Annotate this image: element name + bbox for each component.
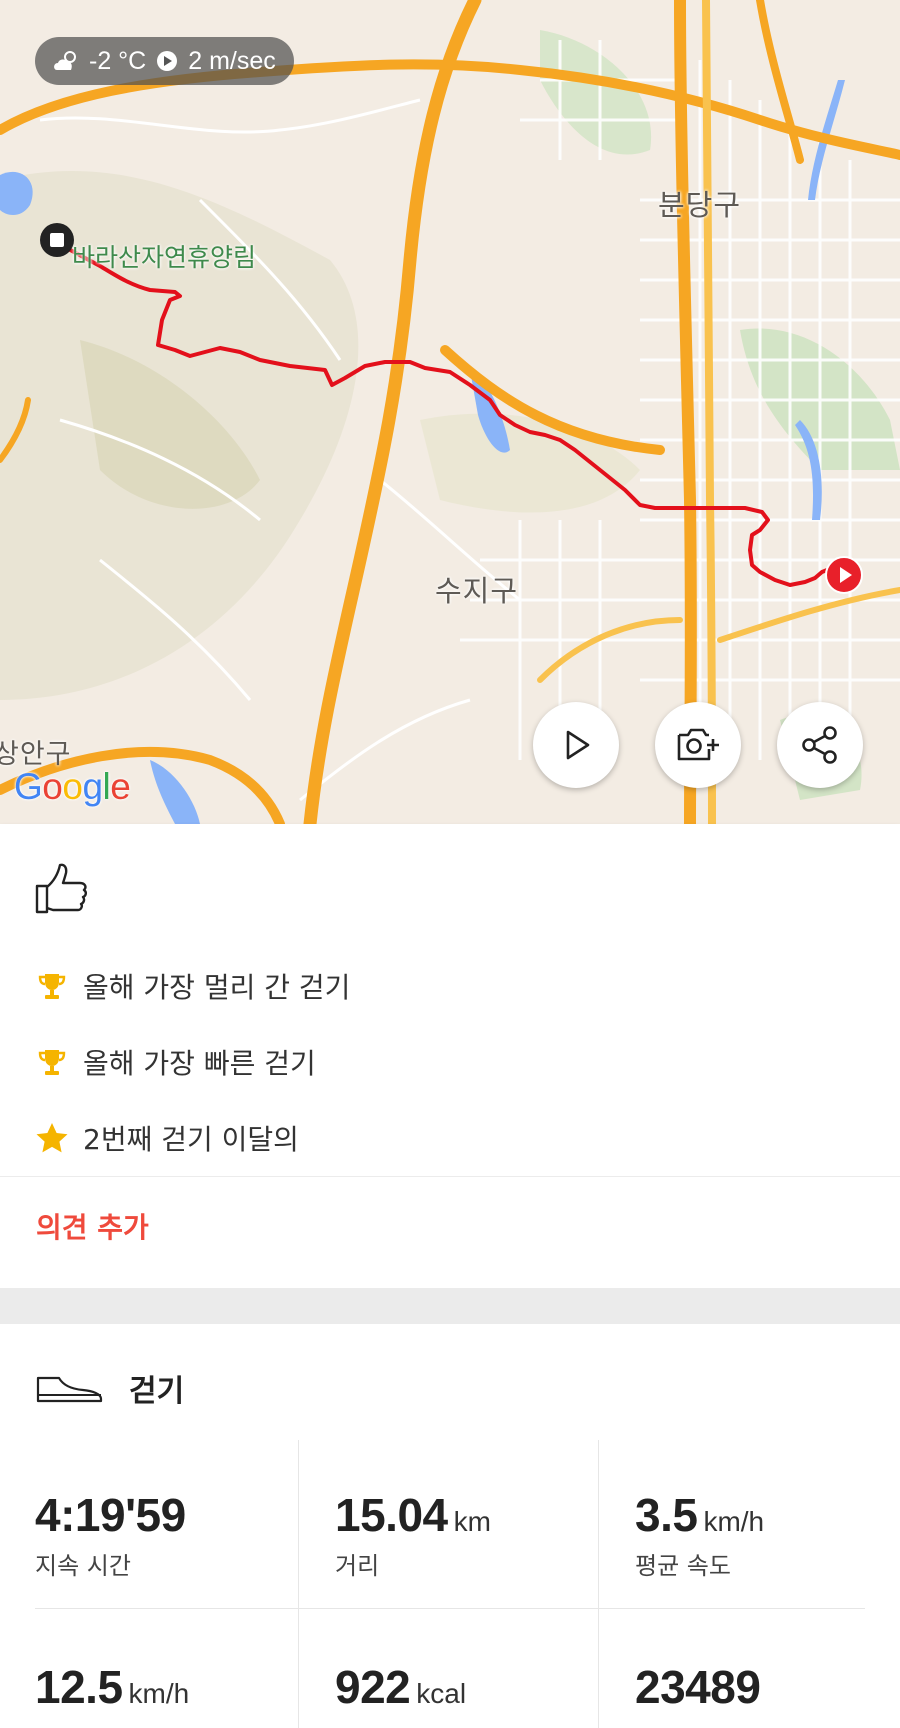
stat-steps: 23489 bbox=[635, 1660, 766, 1714]
stat-value: 4:19'59 bbox=[35, 1489, 186, 1541]
activity-type: 걷기 bbox=[129, 1374, 185, 1409]
wind-direction-icon bbox=[156, 50, 178, 72]
share-icon bbox=[802, 726, 837, 764]
wind-speed-text: 2 m/sec bbox=[188, 46, 276, 75]
stat-value: 12.5 bbox=[35, 1661, 123, 1713]
map-canvas bbox=[0, 0, 900, 824]
thumbs-up-icon bbox=[35, 863, 87, 914]
achievement-item: 올해 가장 멀리 간 걷기 bbox=[35, 966, 350, 1006]
achievement-item: 올해 가장 빠른 걷기 bbox=[35, 1042, 316, 1082]
route-end-marker bbox=[40, 223, 74, 257]
stat-distance: 15.04 km 거리 bbox=[335, 1488, 491, 1581]
achievement-text: 올해 가장 빠른 걷기 bbox=[83, 1047, 316, 1080]
stat-value: 15.04 bbox=[335, 1489, 448, 1541]
activity-header: 걷기 bbox=[35, 1366, 184, 1410]
play-route-button[interactable] bbox=[533, 702, 619, 788]
stat-max-speed: 12.5 km/h bbox=[35, 1660, 189, 1714]
camera-add-icon bbox=[677, 728, 719, 761]
stat-calories: 922 kcal bbox=[335, 1660, 466, 1714]
section-separator bbox=[0, 1288, 900, 1324]
route-map[interactable]: -2 °C 2 m/sec 분당구 수지구 상안구 바라산자연휴양림 Googl… bbox=[0, 0, 900, 824]
district-label-suji: 수지구 bbox=[435, 574, 519, 608]
play-icon bbox=[566, 730, 590, 760]
trophy-icon bbox=[35, 1045, 69, 1079]
card-divider bbox=[0, 1176, 900, 1177]
feedback-card: 올해 가장 멀리 간 걷기 올해 가장 빠른 걷기 2번째 걷기 이달의 의견 … bbox=[0, 824, 900, 1288]
stat-label: 지속 시간 bbox=[35, 1552, 131, 1580]
forest-label: 바라산자연휴양림 bbox=[72, 243, 257, 272]
stat-duration: 4:19'59 지속 시간 bbox=[35, 1488, 192, 1581]
add-photo-button[interactable] bbox=[655, 702, 741, 788]
stat-label: 평균 속도 bbox=[635, 1552, 731, 1580]
shoe-icon bbox=[36, 1376, 103, 1403]
like-button[interactable] bbox=[33, 860, 89, 916]
stat-average-speed: 3.5 km/h 평균 속도 bbox=[635, 1488, 764, 1581]
stat-value: 23489 bbox=[635, 1661, 761, 1713]
route-start-marker bbox=[825, 556, 863, 594]
weather-badge: -2 °C 2 m/sec bbox=[35, 37, 294, 85]
stat-unit: km/h bbox=[703, 1506, 765, 1537]
district-label-bundang: 분당구 bbox=[658, 188, 742, 222]
share-button[interactable] bbox=[777, 702, 863, 788]
achievement-text: 올해 가장 멀리 간 걷기 bbox=[83, 971, 351, 1004]
trophy-icon bbox=[35, 969, 69, 1003]
achievement-item: 2번째 걷기 이달의 bbox=[35, 1118, 299, 1158]
achievement-text: 2번째 걷기 이달의 bbox=[83, 1123, 299, 1156]
star-icon bbox=[35, 1121, 69, 1155]
column-divider bbox=[598, 1440, 599, 1728]
cloud-sun-icon bbox=[53, 50, 79, 72]
stat-unit: km bbox=[453, 1506, 491, 1537]
temperature-text: -2 °C bbox=[89, 46, 147, 75]
add-comment-link[interactable]: 의견 추가 bbox=[36, 1206, 149, 1246]
stat-value: 922 bbox=[335, 1661, 411, 1713]
stat-value: 3.5 bbox=[635, 1489, 698, 1541]
google-logo: Google bbox=[14, 766, 131, 807]
column-divider bbox=[298, 1440, 299, 1728]
stat-unit: kcal bbox=[416, 1678, 467, 1709]
stat-unit: km/h bbox=[128, 1678, 190, 1709]
row-divider bbox=[35, 1608, 865, 1609]
stat-label: 거리 bbox=[335, 1552, 380, 1580]
activity-stats: 걷기 4:19'59 지속 시간 15.04 km 거리 3.5 km/h 평균 속… bbox=[0, 1324, 900, 1728]
